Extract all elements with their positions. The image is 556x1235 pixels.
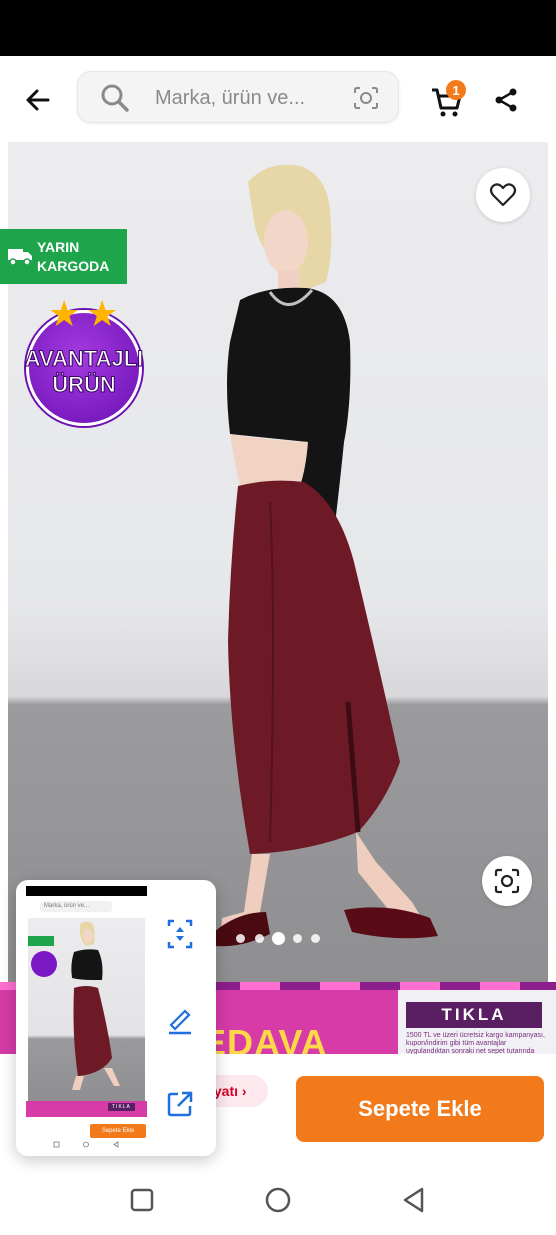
thumb-promo-cta: TIKLA [108, 1103, 135, 1111]
share-button[interactable] [484, 78, 528, 122]
search-input[interactable]: Marka, ürün ve... [77, 71, 399, 123]
pager-dot[interactable] [236, 934, 245, 943]
camera-search-icon[interactable] [352, 84, 380, 112]
badge-line-2: ÜRÜN [52, 372, 117, 398]
cart-button[interactable]: 1 [428, 78, 472, 122]
star-icon: ★ [48, 293, 81, 334]
edit-button[interactable] [160, 1000, 200, 1040]
nav-square-icon[interactable] [128, 1186, 156, 1214]
system-nav-bar [0, 1164, 556, 1235]
shipping-tag: YARIN KARGODA [0, 229, 127, 284]
nav-circle-icon[interactable] [264, 1186, 292, 1214]
promo-headline: EDAVA [202, 1022, 328, 1054]
favorite-button[interactable] [476, 168, 530, 222]
badge-line-1: AVANTAJLI [24, 346, 144, 372]
image-pager-dots [236, 932, 326, 946]
search-icon [101, 84, 129, 112]
thumb-product-photo [28, 921, 120, 1090]
back-button[interactable] [16, 78, 60, 122]
shipping-line-1: YARIN [37, 239, 80, 255]
pager-dot-active[interactable] [272, 932, 285, 945]
back-arrow-icon [26, 89, 50, 111]
add-to-cart-button[interactable]: Sepete Ekle [296, 1076, 544, 1142]
lens-icon [494, 868, 520, 894]
screenshot-preview-panel[interactable]: Marka, ürün ve... TIKLA Sepete Ekle [16, 880, 216, 1156]
crop-icon [167, 919, 193, 949]
heart-icon [489, 183, 517, 207]
chevron-right-icon: › [241, 1083, 247, 1099]
shipping-line-2: KARGODA [37, 258, 110, 274]
advantage-badge: ★ ★ AVANTAJLI ÜRÜN [14, 296, 154, 431]
visual-search-button[interactable] [482, 856, 532, 906]
share-icon [495, 88, 517, 112]
share-screenshot-button[interactable] [160, 1084, 200, 1124]
status-bar [0, 0, 556, 56]
truck-icon [8, 249, 32, 266]
pager-dot[interactable] [255, 934, 264, 943]
thumb-product-image [28, 918, 145, 1101]
crop-button[interactable] [160, 914, 200, 954]
thumb-nav-bar [53, 1141, 119, 1148]
edit-icon [169, 1009, 191, 1035]
pager-dot[interactable] [293, 934, 302, 943]
open-external-icon [167, 1091, 193, 1117]
thumb-search: Marka, ürün ve... [40, 901, 112, 912]
pager-dot[interactable] [311, 934, 320, 943]
promo-cta[interactable]: TIKLA [406, 1002, 542, 1028]
thumb-status-bar [26, 886, 147, 896]
nav-triangle-icon[interactable] [400, 1186, 428, 1214]
star-icon: ★ [86, 293, 119, 334]
search-placeholder: Marka, ürün ve... [155, 87, 306, 109]
thumb-add-button: Sepete Ekle [90, 1124, 146, 1138]
thumb-promo: TIKLA [26, 1101, 147, 1117]
cart-count-badge: 1 [446, 80, 466, 100]
screenshot-thumbnail[interactable]: Marka, ürün ve... TIKLA Sepete Ekle [26, 886, 147, 1148]
top-bar: Marka, ürün ve... 1 [0, 56, 556, 142]
